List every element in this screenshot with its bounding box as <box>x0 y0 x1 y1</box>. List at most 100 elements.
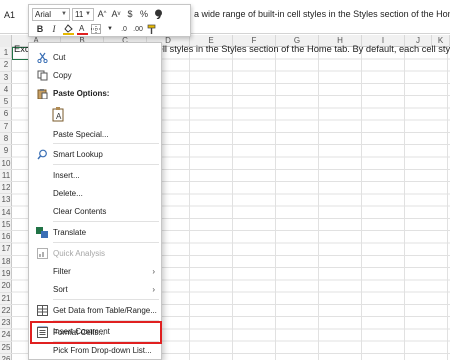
select-all-corner[interactable] <box>0 35 12 47</box>
italic-button[interactable]: I <box>48 23 60 36</box>
row-header-1[interactable]: 1 <box>0 47 12 60</box>
menu-item-translate[interactable]: Translate <box>29 223 161 241</box>
menu-item-filter[interactable]: Filter › <box>29 262 161 280</box>
translate-icon <box>36 226 48 238</box>
paste-option-button[interactable]: A <box>29 102 161 124</box>
row-header-4[interactable]: 4 <box>0 84 12 97</box>
menu-separator <box>53 164 159 165</box>
menu-separator <box>53 320 159 321</box>
percent-icon[interactable]: % <box>138 8 150 21</box>
paste-formatting-icon: A <box>51 106 67 122</box>
menu-item-label: Quick Analysis <box>53 248 106 258</box>
menu-item-label: Paste Special... <box>53 129 109 139</box>
menu-item-label: Pick From Drop-down List... <box>53 345 152 355</box>
menu-item-delete[interactable]: Delete... <box>29 184 161 202</box>
row-header-3[interactable]: 3 <box>0 72 12 84</box>
row-header-22[interactable]: 22 <box>0 305 12 318</box>
row-header-7[interactable]: 7 <box>0 121 12 133</box>
format-painter-icon[interactable] <box>146 23 158 36</box>
menu-item-label: Smart Lookup <box>53 149 103 159</box>
increase-decimal-icon[interactable]: .00 <box>132 23 144 36</box>
search-icon <box>36 148 48 160</box>
menu-item-label: Copy <box>53 70 72 80</box>
chevron-down-icon[interactable]: ▼ <box>104 23 116 36</box>
menu-item-format-cells[interactable]: Format Cells... <box>29 323 161 341</box>
row-header-21[interactable]: 21 <box>0 293 12 305</box>
menu-item-label: Format Cells... <box>53 327 106 337</box>
menu-item-clear-contents[interactable]: Clear Contents <box>29 202 161 220</box>
svg-text:A: A <box>56 112 62 121</box>
menu-item-pick-from-list[interactable]: Pick From Drop-down List... <box>29 341 161 359</box>
svg-text:A: A <box>79 24 85 33</box>
font-name-combo[interactable]: Arial ▼ <box>32 7 70 21</box>
menu-item-label: Filter <box>53 266 71 276</box>
context-menu: Cut Copy Paste Options: A Paste Special.… <box>28 42 162 360</box>
menu-item-get-data[interactable]: Get Data from Table/Range... <box>29 301 161 319</box>
bold-button[interactable]: B <box>34 23 46 36</box>
menu-item-label: Cut <box>53 52 66 62</box>
copy-icon <box>36 69 48 81</box>
chevron-down-icon: ▼ <box>61 10 67 17</box>
paste-icon <box>36 87 48 99</box>
mini-toolbar: Arial ▼ 11 ▼ A ^ Av $ % B I A ▼ .0 .00 <box>28 4 191 37</box>
shrink-font-icon[interactable]: Av <box>110 8 122 21</box>
row-header-14[interactable]: 14 <box>0 207 12 219</box>
row-header-6[interactable]: 6 <box>0 108 12 121</box>
chevron-right-icon: › <box>152 284 155 294</box>
name-box[interactable]: A1 <box>4 8 26 22</box>
row-header-20[interactable]: 20 <box>0 280 12 293</box>
menu-separator <box>53 221 159 222</box>
row-header-9[interactable]: 9 <box>0 145 12 158</box>
row-header-8[interactable]: 8 <box>0 133 12 146</box>
row-header-10[interactable]: 10 <box>0 158 12 170</box>
menu-item-label: Paste Options: <box>53 88 110 98</box>
font-size-combo[interactable]: 11 ▼ <box>72 7 94 21</box>
menu-item-label: Insert... <box>53 170 80 180</box>
row-header-13[interactable]: 13 <box>0 194 12 207</box>
quick-analysis-icon <box>36 247 48 259</box>
menu-item-cut[interactable]: Cut <box>29 48 161 66</box>
row-header-23[interactable]: 23 <box>0 317 12 330</box>
comma-style-icon[interactable] <box>152 8 164 21</box>
chevron-down-icon: ▼ <box>85 10 91 17</box>
row-header-18[interactable]: 18 <box>0 256 12 269</box>
table-icon <box>36 304 48 316</box>
menu-item-smart-lookup[interactable]: Smart Lookup <box>29 145 161 163</box>
row-header-25[interactable]: 25 <box>0 342 12 354</box>
row-header-bar: 1 2 3 4 5 6 7 8 9 10 11 12 13 14 15 16 17 18 19 20 21 22 23 24 2… <box>0 47 12 360</box>
menu-item-label: Translate <box>53 227 87 237</box>
row-header-11[interactable]: 11 <box>0 170 12 183</box>
menu-separator <box>53 143 159 144</box>
menu-item-label: Get Data from Table/Range... <box>53 305 157 315</box>
grow-font-icon[interactable]: A ^ <box>96 8 108 21</box>
row-header-2[interactable]: 2 <box>0 59 12 72</box>
menu-item-paste-special[interactable]: Paste Special... <box>29 125 161 143</box>
borders-icon[interactable] <box>90 23 102 36</box>
decrease-decimal-icon[interactable]: .0 <box>118 23 130 36</box>
row-header-24[interactable]: 24 <box>0 329 12 342</box>
fill-color-icon[interactable] <box>62 23 74 36</box>
menu-separator <box>53 299 159 300</box>
menu-item-quick-analysis: Quick Analysis <box>29 244 161 262</box>
formula-input[interactable]: a wide range of built-in cell styles in … <box>194 9 450 19</box>
chevron-right-icon: › <box>152 266 155 276</box>
row-header-17[interactable]: 17 <box>0 243 12 256</box>
menu-item-label: Delete... <box>53 188 83 198</box>
menu-item-label: Clear Contents <box>53 206 107 216</box>
row-header-19[interactable]: 19 <box>0 268 12 281</box>
menu-item-paste-options: Paste Options: <box>29 84 161 102</box>
menu-item-copy[interactable]: Copy <box>29 66 161 84</box>
row-header-26[interactable]: 26 <box>0 354 12 360</box>
row-header-15[interactable]: 15 <box>0 219 12 232</box>
menu-item-sort[interactable]: Sort › <box>29 280 161 298</box>
row-header-5[interactable]: 5 <box>0 96 12 109</box>
row-header-12[interactable]: 12 <box>0 182 12 195</box>
currency-icon[interactable]: $ <box>124 8 136 21</box>
scissors-icon <box>36 51 48 63</box>
menu-item-label: Sort <box>53 284 68 294</box>
font-size-value: 11 <box>75 9 84 19</box>
row-header-16[interactable]: 16 <box>0 231 12 244</box>
menu-item-insert[interactable]: Insert... <box>29 166 161 184</box>
menu-separator <box>53 242 159 243</box>
font-color-icon[interactable]: A <box>76 23 88 36</box>
